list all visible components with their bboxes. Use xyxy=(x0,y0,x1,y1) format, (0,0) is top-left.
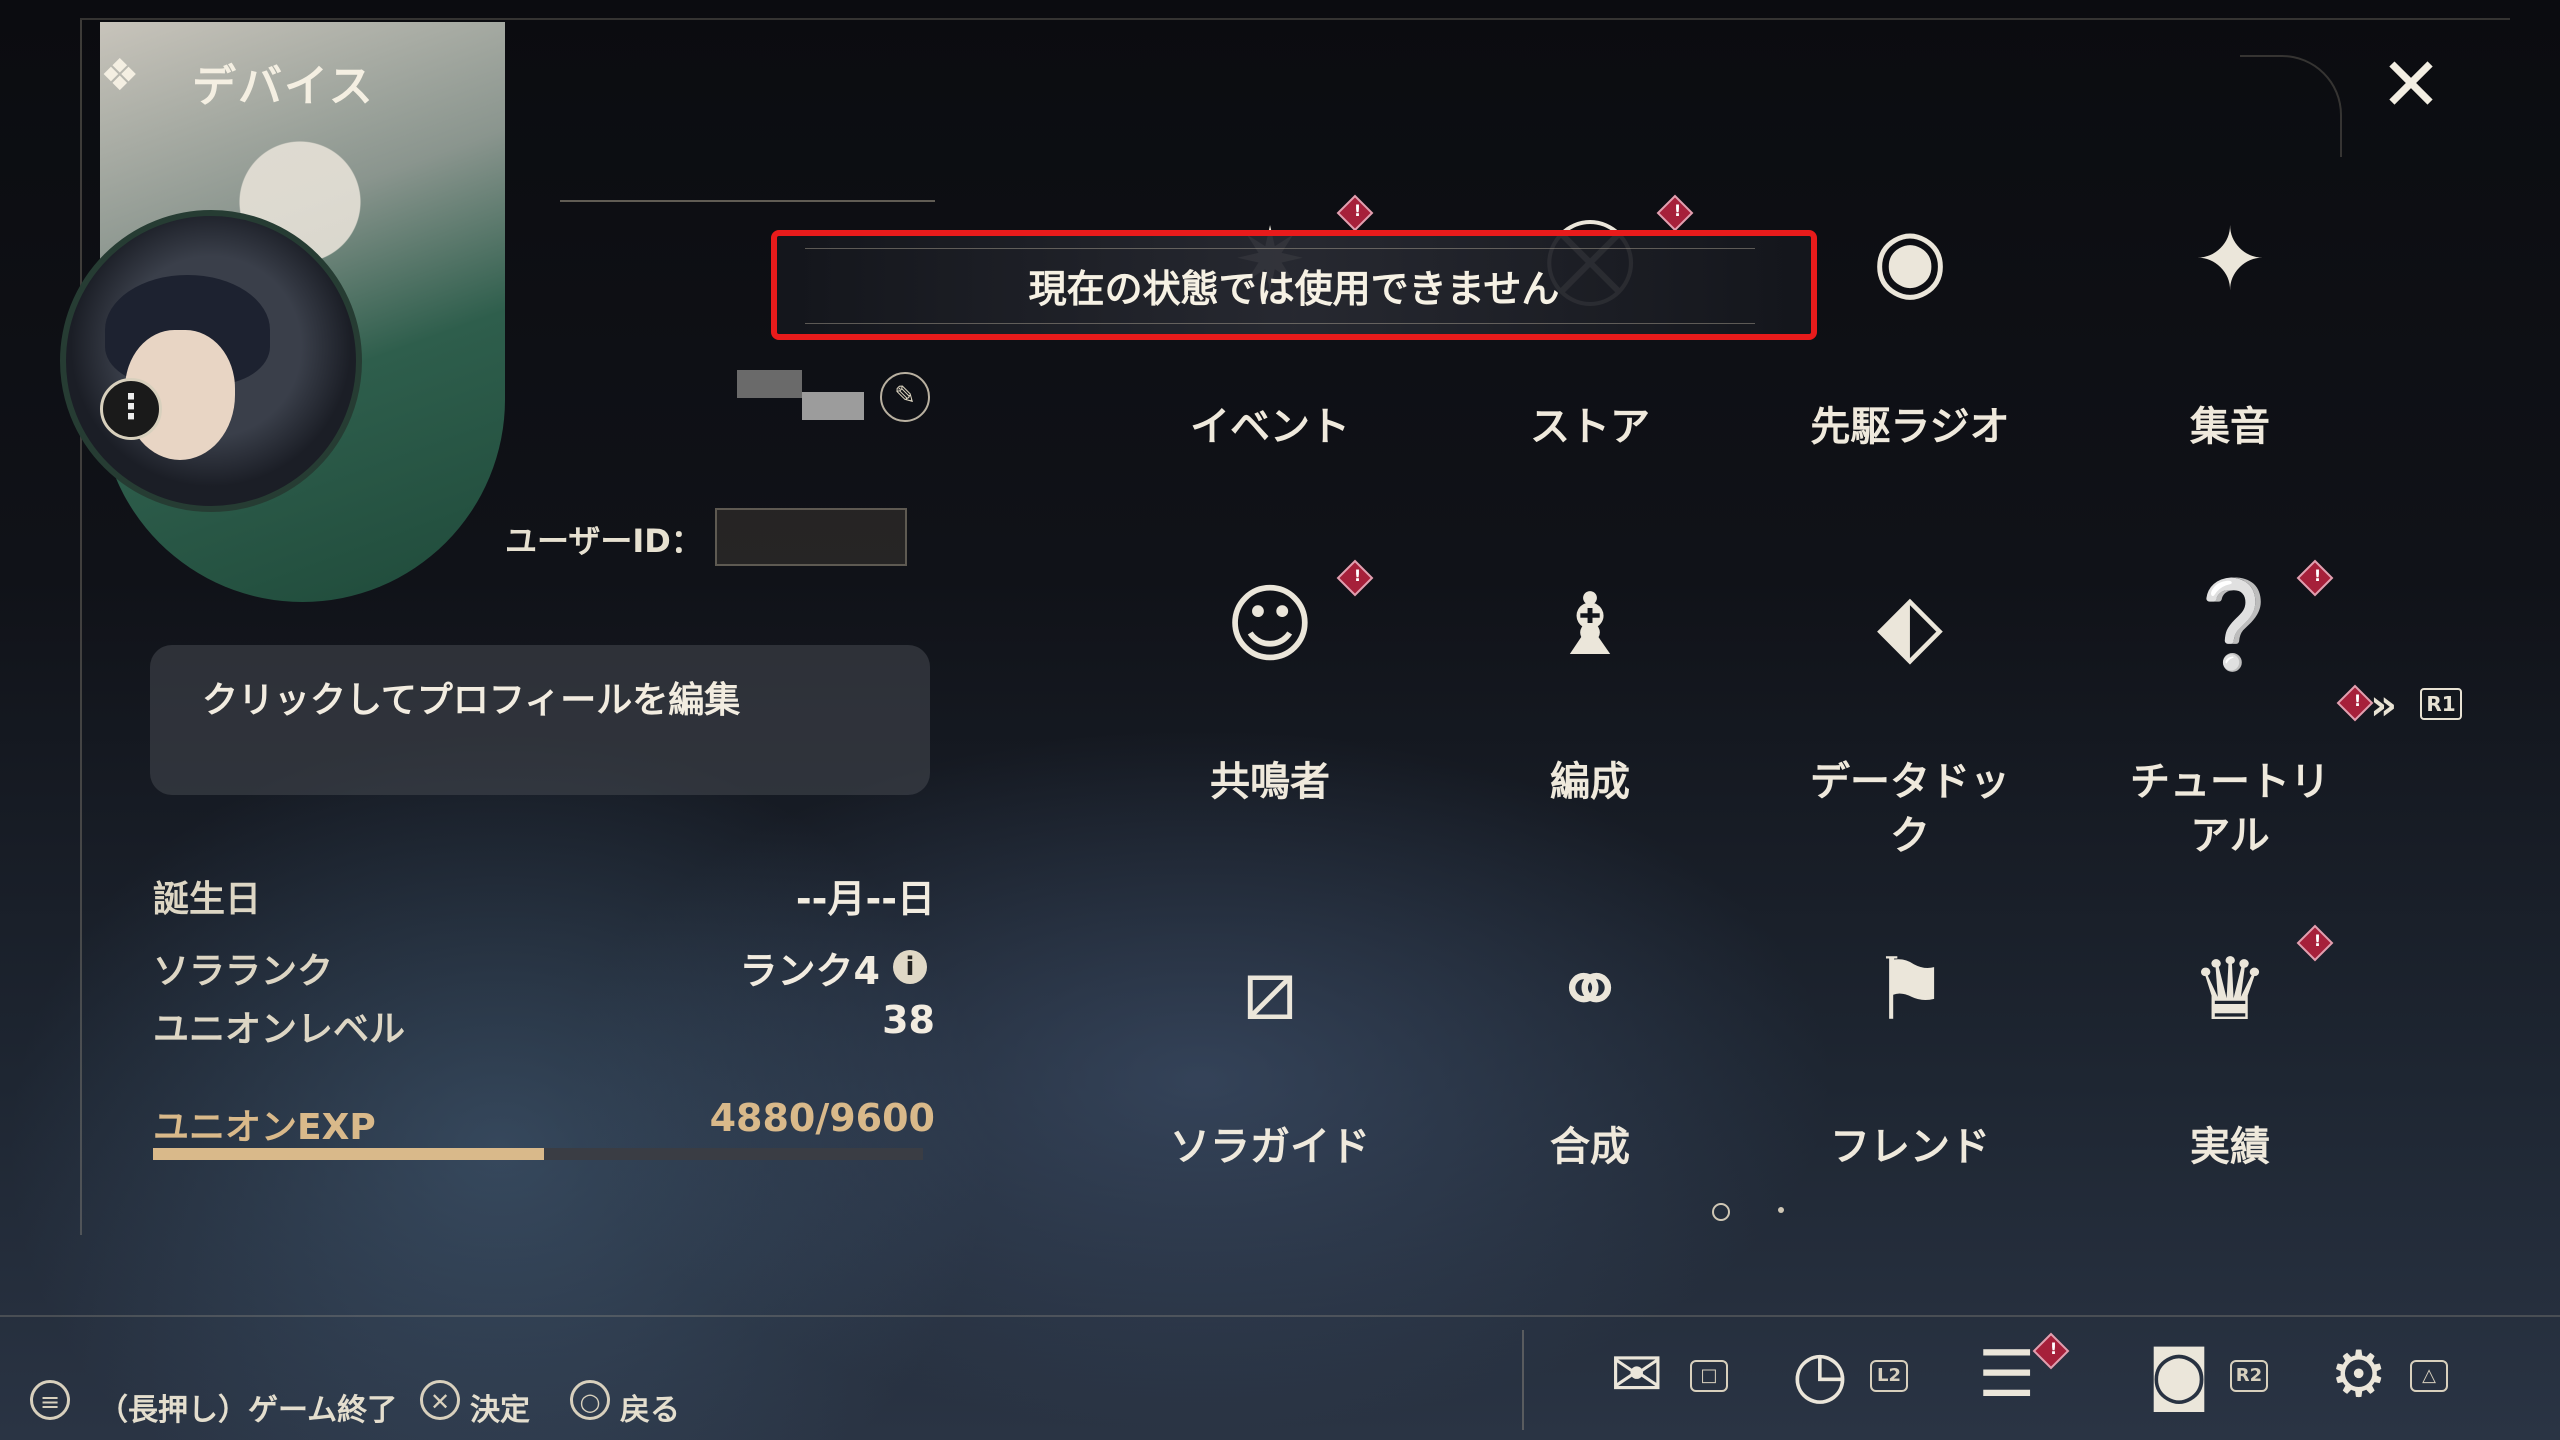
menu-item-label: 編成 xyxy=(1550,759,1630,805)
exp-progress-fill xyxy=(153,1148,545,1160)
cross-button-icon: ✕ xyxy=(420,1380,460,1420)
menu-item-label: ソラガイド xyxy=(1170,1124,1370,1170)
page-indicator xyxy=(1778,1207,1784,1213)
edit-name-button[interactable]: ✎ xyxy=(880,372,930,422)
user-id-label: ユーザーID： xyxy=(505,522,703,560)
back-hint: 戻る xyxy=(620,1393,680,1428)
frame-line-top xyxy=(80,18,2510,20)
union-exp-label: ユニオンEXP xyxy=(153,1107,376,1148)
page-indicator-active xyxy=(1712,1203,1730,1221)
menu-item-resonator[interactable]: ☺ 共鳴者 xyxy=(1120,559,1420,875)
info-icon[interactable]: i xyxy=(893,950,927,984)
device-icon: ❖ xyxy=(100,50,140,101)
alert-badge-icon xyxy=(1336,559,1374,597)
name-redacted-block xyxy=(802,392,864,420)
edit-profile-button[interactable]: クリックしてプロフィールを編集 xyxy=(150,645,930,795)
notice-icon[interactable]: ☰ xyxy=(1978,1340,2035,1410)
clock-icon[interactable]: ◷ xyxy=(1792,1340,1848,1410)
settings-shortcut-badge: △ xyxy=(2410,1360,2448,1392)
page-title: デバイス xyxy=(192,61,375,112)
guide-icon: ⧄ xyxy=(1242,940,1298,1040)
alert-badge-icon xyxy=(1656,194,1694,232)
frame-corner xyxy=(2240,55,2342,157)
menu-item-label: 実績 xyxy=(2190,1124,2270,1170)
data-dock-icon: ⬖ xyxy=(1876,575,1944,675)
circle-button-icon: ○ xyxy=(570,1380,610,1420)
menu-item-label: チュートリアル xyxy=(2130,759,2330,859)
menu-item-synthesis[interactable]: ⚭ 合成 xyxy=(1440,940,1740,1240)
mail-icon[interactable]: ✉ xyxy=(1610,1340,1664,1410)
radio-icon: ◉ xyxy=(1872,210,1948,310)
menu-item-label: データドック xyxy=(1810,759,2010,859)
menu-item-sound-collect[interactable]: ✦ 集音 xyxy=(2080,210,2380,510)
sound-collect-icon: ✦ xyxy=(2193,210,2267,310)
menu-item-achievement[interactable]: ♛ 実績 xyxy=(2080,924,2380,1240)
footer-divider xyxy=(0,1315,2560,1317)
frame-line-left xyxy=(80,20,82,1235)
gear-icon[interactable]: ⚙ xyxy=(2330,1340,2387,1410)
menu-item-label: 先駆ラジオ xyxy=(1810,404,2010,450)
sora-rank-value: ランク4 xyxy=(739,949,880,993)
next-page-arrow-icon[interactable]: » xyxy=(2370,680,2397,729)
birthday-value: --月--日 xyxy=(795,877,935,921)
union-level-value: 38 xyxy=(882,998,935,1042)
user-id-value xyxy=(715,508,907,566)
menu-item-label: ストア xyxy=(1530,404,1650,450)
close-button[interactable]: ✕ xyxy=(2380,48,2442,122)
menu-item-label: 集音 xyxy=(2190,404,2270,450)
footer-separator xyxy=(1522,1330,1524,1430)
menu-item-data-dock[interactable]: ⬖ データドック xyxy=(1760,575,2060,875)
menu-item-friend[interactable]: ⚑ フレンド xyxy=(1760,940,2060,1240)
menu-item-guide[interactable]: ⧄ ソラガイド xyxy=(1120,940,1420,1240)
synthesis-icon: ⚭ xyxy=(1553,940,1627,1040)
mail-shortcut-badge: □ xyxy=(1690,1360,1728,1392)
notice-alert-icon xyxy=(2032,1332,2070,1370)
achievement-icon: ♛ xyxy=(2191,940,2269,1040)
camera-icon[interactable]: ◙ xyxy=(2148,1340,2210,1410)
menu-item-label: フレンド xyxy=(1830,1124,1990,1170)
confirm-hint: 決定 xyxy=(470,1393,530,1428)
alert-badge-icon xyxy=(1336,194,1374,232)
menu-item-label: イベント xyxy=(1190,404,1350,450)
menu-item-tutorial[interactable]: ❔ チュートリアル xyxy=(2080,559,2380,875)
team-icon: ♝ xyxy=(1551,575,1629,675)
menu-item-team[interactable]: ♝ 編成 xyxy=(1440,575,1740,875)
more-options-button[interactable]: ⋮ xyxy=(100,378,162,440)
toast-message: 現在の状態では使用できません xyxy=(1028,267,1560,311)
birthday-label: 誕生日 xyxy=(153,879,262,920)
name-redacted-block xyxy=(737,370,802,398)
alert-badge-icon xyxy=(2296,559,2334,597)
edit-profile-label: クリックしてプロフィールを編集 xyxy=(202,680,741,721)
tutorial-icon: ❔ xyxy=(2180,575,2288,675)
close-icon: ✕ xyxy=(2380,42,2443,128)
union-exp-value: 4880/9600 xyxy=(709,1096,935,1140)
sora-rank-label: ソラランク xyxy=(153,951,334,992)
r1-badge: R1 xyxy=(2420,688,2462,720)
friend-icon: ⚑ xyxy=(1871,940,1949,1040)
camera-shortcut-badge: R2 xyxy=(2230,1360,2268,1392)
options-button-icon: ≡ xyxy=(30,1380,70,1420)
clock-shortcut-badge: L2 xyxy=(1870,1360,1908,1392)
deco-line xyxy=(560,200,935,202)
union-level-label: ユニオンレベル xyxy=(153,1009,406,1050)
menu-item-label: 合成 xyxy=(1550,1124,1630,1170)
exit-game-hint: （長押し）ゲーム終了 xyxy=(98,1393,398,1428)
alert-badge-icon xyxy=(2296,924,2334,962)
pencil-icon: ✎ xyxy=(894,381,916,411)
resonator-icon: ☺ xyxy=(1225,575,1315,675)
menu-item-label: 共鳴者 xyxy=(1210,759,1330,805)
